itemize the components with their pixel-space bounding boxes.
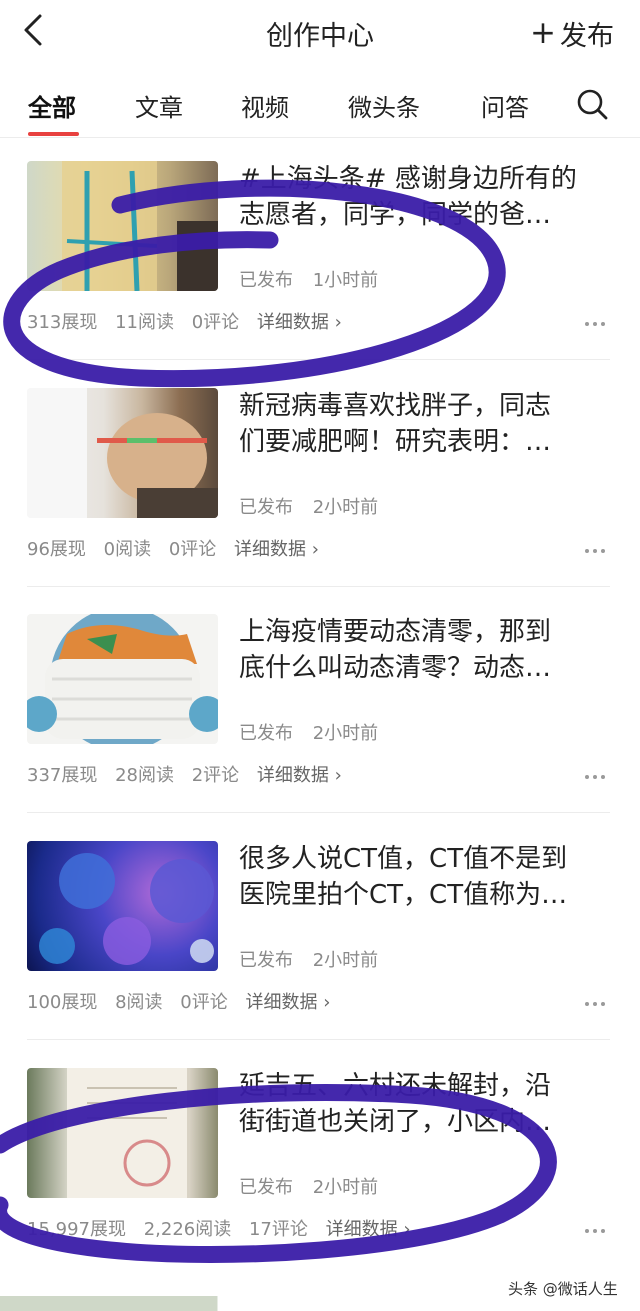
article-card[interactable]: 上海疫情要动态清零，那到 底什么叫动态清零？动态… 已发布 2小时前 337展现…: [0, 614, 640, 840]
impressions-count: 100展现: [27, 992, 98, 1013]
article-meta: 已发布 2小时前: [239, 493, 378, 519]
tab-micro-headlines[interactable]: 微头条: [348, 88, 420, 123]
article-card[interactable]: 延吉五、六村还未解封，沿 街街道也关闭了，小区内… 已发布 2小时前 15,99…: [0, 1068, 640, 1294]
more-dots-icon[interactable]: [585, 311, 613, 326]
article-stats: 337展现 28阅读 2评论 详细数据 ›: [27, 761, 354, 787]
tab-articles[interactable]: 文章: [135, 88, 183, 123]
divider: [27, 1039, 610, 1040]
divider: [27, 586, 610, 587]
article-card[interactable]: #上海头条# 感谢身边所有的 志愿者，同学，同学的爸… 已发布 1小时前 313…: [0, 161, 640, 387]
article-title[interactable]: 上海疫情要动态清零，那到 底什么叫动态清零？动态…: [239, 614, 611, 686]
reads-count: 28阅读: [115, 765, 174, 786]
divider: [27, 812, 610, 813]
watermark: 头条 @微话人生: [508, 1280, 618, 1298]
top-bar: 创作中心 + 发布: [0, 0, 640, 68]
search-icon: [577, 89, 608, 120]
publish-time: 2小时前: [312, 950, 379, 971]
comments-count: 0评论: [180, 992, 228, 1013]
publish-time: 2小时前: [312, 1177, 379, 1198]
publish-time: 1小时前: [312, 270, 379, 291]
article-title[interactable]: 很多人说CT值，CT值不是到 医院里拍个CT，CT值称为…: [239, 841, 611, 913]
article-title-line: 新冠病毒喜欢找胖子，同志: [239, 391, 552, 421]
more-dots-icon[interactable]: [585, 538, 613, 553]
reads-count: 8阅读: [115, 992, 163, 1013]
article-meta: 已发布 2小时前: [239, 1173, 378, 1199]
divider: [27, 359, 610, 360]
article-meta: 已发布 2小时前: [239, 719, 378, 745]
publish-status: 已发布: [239, 723, 293, 744]
comments-count: 0评论: [168, 539, 217, 560]
detail-data-link[interactable]: 详细数据 ›: [326, 1219, 411, 1240]
comments-count: 17评论: [248, 1219, 308, 1240]
search-button[interactable]: [574, 86, 610, 122]
article-thumbnail: [27, 161, 218, 291]
article-title[interactable]: #上海头条# 感谢身边所有的 志愿者，同学，同学的爸…: [239, 161, 611, 233]
article-title-line: 们要减肥啊！研究表明：…: [239, 427, 552, 457]
impressions-count: 337展现: [27, 765, 98, 786]
article-thumbnail: [27, 614, 218, 744]
detail-data-link[interactable]: 详细数据 ›: [257, 312, 342, 333]
impressions-count: 313展现: [27, 312, 98, 333]
article-title-line: 医院里拍个CT，CT值称为…: [239, 880, 568, 910]
article-stats: 96展现 0阅读 0评论 详细数据 ›: [27, 535, 331, 561]
plus-icon: +: [530, 15, 556, 51]
more-dots-icon[interactable]: [585, 764, 613, 779]
detail-data-link[interactable]: 详细数据 ›: [245, 992, 330, 1013]
active-tab-indicator: [28, 132, 79, 136]
article-title-line: 上海疫情要动态清零，那到: [239, 617, 552, 647]
publish-time: 2小时前: [312, 723, 379, 744]
impressions-count: 96展现: [27, 539, 86, 560]
article-stats: 15,997展现 2,226阅读 17评论 详细数据 ›: [27, 1215, 423, 1241]
publish-status: 已发布: [239, 1177, 293, 1198]
more-dots-icon[interactable]: [585, 1218, 613, 1233]
article-card[interactable]: 很多人说CT值，CT值不是到 医院里拍个CT，CT值称为… 已发布 2小时前 1…: [0, 841, 640, 1067]
comments-count: 2评论: [191, 765, 240, 786]
detail-data-link[interactable]: 详细数据 ›: [257, 765, 342, 786]
article-thumbnail: [27, 388, 218, 518]
reads-count: 0阅读: [103, 539, 152, 560]
tab-bar: 全部 文章 视频 微头条 问答: [0, 70, 640, 138]
publish-label: 发布: [560, 21, 614, 52]
article-title-line: 志愿者，同学，同学的爸…: [239, 200, 552, 230]
back-arrow-icon: [24, 14, 42, 46]
back-button[interactable]: [18, 10, 54, 50]
tab-qa[interactable]: 问答: [481, 88, 529, 123]
article-title-line: 延吉五、六村还未解封，沿: [239, 1071, 552, 1101]
reads-count: 2,226阅读: [143, 1219, 232, 1240]
tab-all[interactable]: 全部: [28, 88, 76, 123]
article-title[interactable]: 延吉五、六村还未解封，沿 街街道也关闭了，小区内…: [239, 1068, 611, 1140]
article-meta: 已发布 2小时前: [239, 946, 378, 972]
article-card[interactable]: 新冠病毒喜欢找胖子，同志 们要减肥啊！研究表明：… 已发布 2小时前 96展现 …: [0, 388, 640, 614]
publish-button[interactable]: + 发布: [530, 14, 614, 53]
reads-count: 11阅读: [115, 312, 174, 333]
article-stats: 313展现 11阅读 0评论 详细数据 ›: [27, 308, 354, 334]
publish-status: 已发布: [239, 950, 293, 971]
article-stats: 100展现 8阅读 0评论 详细数据 ›: [27, 988, 342, 1014]
article-title-line: 很多人说CT值，CT值不是到: [239, 844, 568, 874]
publish-status: 已发布: [239, 497, 293, 518]
article-title-line: 底什么叫动态清零？动态…: [239, 653, 552, 683]
article-title-line: #上海头条# 感谢身边所有的: [239, 164, 577, 194]
impressions-count: 15,997展现: [27, 1219, 126, 1240]
publish-time: 2小时前: [312, 497, 379, 518]
comments-count: 0评论: [191, 312, 240, 333]
article-title-line: 街街道也关闭了，小区内…: [239, 1107, 552, 1137]
publish-status: 已发布: [239, 270, 293, 291]
article-title[interactable]: 新冠病毒喜欢找胖子，同志 们要减肥啊！研究表明：…: [239, 388, 611, 460]
article-meta: 已发布 1小时前: [239, 266, 378, 292]
tab-videos[interactable]: 视频: [241, 88, 289, 123]
article-thumbnail: [27, 1068, 218, 1198]
article-thumbnail: [27, 841, 218, 971]
more-dots-icon[interactable]: [585, 991, 613, 1006]
detail-data-link[interactable]: 详细数据 ›: [234, 539, 319, 560]
